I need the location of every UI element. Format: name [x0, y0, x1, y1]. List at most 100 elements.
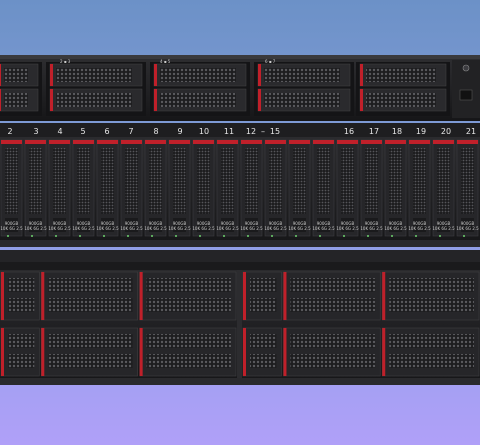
- release-latch: [145, 140, 166, 144]
- drive-spec-label: 10K 6G 2.5: [24, 226, 47, 231]
- release-latch: [0, 89, 1, 111]
- drive-spec-label: 10K 6G 2.5: [192, 226, 215, 231]
- bay-label: 6 ▪ 7: [265, 59, 276, 64]
- drive-spec-label: 10K 6G 2.5: [456, 226, 479, 231]
- release-latch: [25, 140, 46, 144]
- activity-led-icon: [463, 235, 465, 237]
- drive-vent: [160, 93, 236, 107]
- bay-number: 7: [128, 127, 133, 136]
- bay-number: 2: [7, 127, 12, 136]
- drive-spec-label: 10K 6G 2.5: [240, 226, 263, 231]
- drive-vent: [290, 278, 376, 292]
- activity-led-icon: [367, 235, 369, 237]
- drive-vent: [53, 148, 66, 214]
- drive-vent: [290, 298, 376, 312]
- release-latch: [385, 140, 406, 144]
- drive-vent: [8, 354, 35, 368]
- release-latch: [241, 140, 262, 144]
- bay-number: 12: [246, 127, 256, 136]
- activity-led-icon: [319, 235, 321, 237]
- drive-vent: [56, 68, 132, 82]
- top-server: 2 ▪ 3 4 ▪ 5 6 ▪ 7: [0, 55, 480, 121]
- drive-vent: [48, 334, 133, 348]
- release-latch: [154, 89, 157, 111]
- usb-port-icon: [459, 89, 473, 101]
- drive-vent: [173, 148, 186, 214]
- drive-spec-label: 10K 6G 2.5: [384, 226, 407, 231]
- drive-vent: [290, 354, 376, 368]
- drive-spec-label: 10K 6G 2.5: [72, 226, 95, 231]
- bay-number: 8: [153, 127, 158, 136]
- bay-number: 9: [177, 127, 182, 136]
- release-latch: [50, 64, 53, 86]
- drive-vent: [146, 354, 231, 368]
- bay-number: –: [261, 127, 265, 136]
- drive-vent: [146, 298, 231, 312]
- drive-vent: [29, 148, 42, 214]
- middle-server: 2 3 4 5 6 7 8 9 10 11 12–15 16 17 18 19 20 21 900GB10K 6…: [0, 123, 480, 247]
- activity-led-icon: [79, 235, 81, 237]
- drive-spec-label: 10K 6G 2.5: [96, 226, 119, 231]
- drive-vent: [389, 278, 474, 292]
- release-latch: [243, 328, 246, 376]
- release-latch: [1, 140, 22, 144]
- top-server-drive-bays: [0, 62, 450, 116]
- drive-vent: [250, 298, 277, 312]
- bay-number: 17: [369, 127, 379, 136]
- activity-led-icon: [247, 235, 249, 237]
- drive-vent: [221, 148, 234, 214]
- release-latch: [289, 140, 310, 144]
- drive-vent: [389, 334, 474, 348]
- bay-number: 6: [104, 127, 109, 136]
- drive-vent: [125, 148, 138, 214]
- drive-vent: [437, 148, 450, 214]
- activity-led-icon: [199, 235, 201, 237]
- activity-led-icon: [55, 235, 57, 237]
- activity-led-icon: [151, 235, 153, 237]
- activity-led-icon: [7, 235, 9, 237]
- drive-vent: [366, 68, 436, 82]
- release-latch: [243, 272, 246, 320]
- drive-spec-label: 10K 6G 2.5: [312, 226, 335, 231]
- release-latch: [360, 64, 363, 86]
- drive-vent: [317, 148, 330, 214]
- drive-vent: [56, 93, 132, 107]
- drive-vent: [290, 334, 376, 348]
- drive-vent: [389, 148, 402, 214]
- activity-led-icon: [391, 235, 393, 237]
- release-latch: [283, 328, 287, 376]
- release-latch: [337, 140, 358, 144]
- drive-vent: [245, 148, 258, 214]
- bay-label: 2 ▪ 3: [60, 59, 71, 64]
- release-latch: [382, 272, 386, 320]
- bay-number: 4: [57, 127, 62, 136]
- release-latch: [217, 140, 238, 144]
- drive-spec-label: 10K 6G 2.5: [168, 226, 191, 231]
- bay-number: 21: [466, 127, 476, 136]
- release-latch: [139, 272, 143, 320]
- drive-spec-label: 10K 6G 2.5: [264, 226, 287, 231]
- release-latch: [193, 140, 214, 144]
- drive-vent: [269, 148, 282, 214]
- bay-label: 4 ▪ 5: [160, 59, 171, 64]
- release-latch: [97, 140, 118, 144]
- release-latch: [382, 328, 386, 376]
- activity-led-icon: [439, 235, 441, 237]
- power-button-icon: [462, 64, 470, 72]
- drive-vent: [389, 298, 474, 312]
- bay-number: 10: [199, 127, 209, 136]
- drive-vent: [8, 278, 35, 292]
- release-latch: [457, 140, 478, 144]
- drive-vent: [250, 334, 277, 348]
- drive-vent: [4, 68, 28, 82]
- bay-number: 16: [344, 127, 354, 136]
- release-latch: [258, 64, 261, 86]
- activity-led-icon: [295, 235, 297, 237]
- drive-vent: [366, 93, 436, 107]
- release-latch: [313, 140, 334, 144]
- activity-led-icon: [127, 235, 129, 237]
- release-latch: [1, 328, 4, 376]
- drive-vent: [250, 278, 277, 292]
- release-latch: [73, 140, 94, 144]
- release-latch: [265, 140, 286, 144]
